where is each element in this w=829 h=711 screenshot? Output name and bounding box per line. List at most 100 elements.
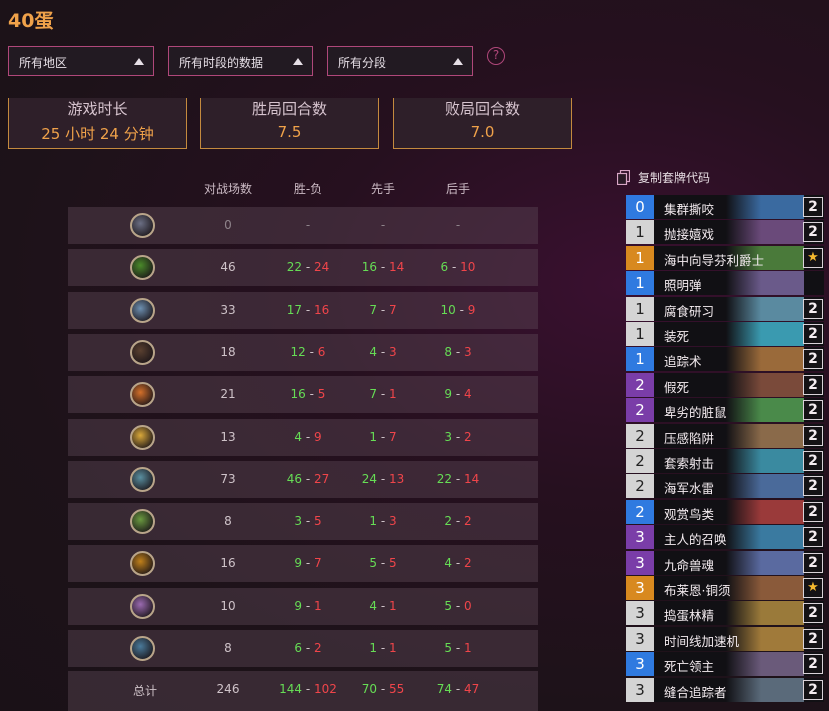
separator: - — [305, 387, 318, 402]
card-name: 九命兽魂 — [664, 557, 715, 573]
card-cost: 2 — [626, 499, 654, 524]
deck-card[interactable]: 3 时间线加速机 2 — [626, 626, 824, 651]
first-cell: 16 - 14 — [348, 260, 418, 274]
winloss-cell-win: 17 — [286, 302, 303, 317]
deck-card[interactable]: 2 卑劣的脏鼠 2 — [626, 398, 824, 423]
rank-filter-label: 所有分段 — [338, 56, 387, 70]
table-row: 46 22 - 24 16 - 14 6 - 10 — [68, 249, 538, 287]
region-filter[interactable]: 所有地区 — [8, 46, 154, 76]
deck-card[interactable]: 0 集群撕咬 2 — [626, 195, 824, 219]
winloss-cell-loss: 6 — [317, 344, 326, 359]
separator: - — [452, 641, 464, 655]
winloss-cell-loss: 24 — [313, 260, 330, 275]
card-name: 海中向导芬利爵士 — [664, 252, 765, 268]
deck-card[interactable]: 2 观赏鸟类 2 — [626, 499, 824, 524]
second-cell: 5 - 0 — [423, 599, 493, 613]
stat-label: 败局回合数 — [444, 100, 520, 118]
deck-card[interactable]: 3 死亡领主 2 — [626, 652, 824, 677]
deck-card[interactable]: 2 套索射击 2 — [626, 449, 824, 473]
card-cost: 1 — [626, 271, 654, 296]
deck-card[interactable]: 1 照明弹 — [626, 271, 824, 296]
copy-deck-code-link[interactable]: 复制套牌代码 — [638, 169, 710, 186]
deck-card[interactable]: 1 海中向导芬利爵士 ★ — [626, 245, 824, 270]
card-count: 2 — [803, 501, 823, 522]
card-art — [726, 296, 804, 321]
second-cell: 6 - 10 — [423, 260, 493, 274]
col-head-games: 对战场数 — [203, 182, 252, 196]
table-row: 13 4 - 91 - 73 - 2 — [68, 418, 538, 456]
table-row: 10 9 - 14 - 15 - 0 — [68, 587, 538, 625]
card-count: 2 — [803, 628, 823, 649]
deck-card[interactable]: 2 假死 2 — [626, 372, 824, 397]
separator: - — [305, 344, 318, 359]
mage-icon — [130, 339, 155, 365]
card-cost: 2 — [626, 449, 654, 473]
deck-card[interactable]: 2 压感陷阱 2 — [626, 423, 824, 448]
separator: - — [452, 344, 464, 359]
deck-card[interactable]: 3 捣蛋林精 2 — [626, 601, 824, 626]
card-cost: 1 — [626, 296, 654, 321]
stat-value: 25 小时 24 分钟 — [41, 125, 154, 143]
card-count: 2 — [803, 324, 823, 344]
deck-card[interactable]: 1 装死 2 — [626, 322, 824, 346]
deck-card[interactable]: 1 抛接嬉戏 2 — [626, 220, 824, 245]
winloss-cell-win: 6 — [294, 641, 303, 655]
winloss-cell-win: 4 — [294, 429, 303, 444]
first-cell: 4 - 1 — [348, 599, 418, 613]
deck-card[interactable]: 3 布莱恩·铜须 ★ — [626, 576, 824, 600]
first-cell: 1 - 1 — [348, 641, 418, 655]
first-cell-loss: 3 — [388, 344, 397, 359]
winloss-cell-win: 16 — [290, 387, 306, 402]
stat-label: 游戏时长 — [67, 100, 128, 118]
card-name: 集群撕咬 — [664, 202, 715, 217]
second-cell-loss: 47 — [463, 682, 480, 696]
first-cell: 5 - 5 — [348, 556, 418, 570]
card-name: 抛接嬉戏 — [664, 227, 715, 243]
winloss-cell-loss: 5 — [313, 514, 322, 529]
caret-up-icon — [453, 58, 463, 65]
separator: - — [302, 598, 314, 613]
card-name: 卑劣的脏鼠 — [664, 405, 727, 421]
card-cost: 1 — [626, 245, 654, 270]
winloss-cell: - — [273, 218, 343, 232]
time-filter[interactable]: 所有时段的数据 — [168, 46, 313, 76]
deck-card[interactable]: 1 腐食研习 2 — [626, 296, 824, 321]
separator: - — [377, 387, 389, 402]
copy-icon[interactable] — [617, 170, 630, 185]
help-icon[interactable]: ? — [487, 47, 505, 65]
separator: - — [377, 598, 389, 613]
deck-card[interactable]: 3 缝合追踪者 2 — [626, 677, 824, 702]
card-count: 2 — [803, 476, 823, 497]
rank-filter[interactable]: 所有分段 — [327, 46, 473, 76]
winloss-cell-win: 9 — [294, 598, 303, 613]
winloss-cell-loss: 1 — [313, 598, 322, 613]
separator: - — [452, 682, 464, 696]
second-cell-dash: - — [455, 218, 461, 232]
winloss-cell-loss: 2 — [313, 641, 322, 655]
card-count: 2 — [803, 374, 823, 395]
card-art — [726, 195, 804, 219]
second-cell-loss: 0 — [463, 598, 472, 613]
card-count: 2 — [803, 527, 823, 548]
card-art — [726, 601, 804, 626]
games-cell: 8 — [224, 514, 232, 529]
second-cell-win: 2 — [444, 514, 453, 529]
separator: - — [377, 302, 389, 317]
winloss-cell-win: 3 — [294, 514, 303, 529]
deck-card[interactable]: 3 九命兽魂 2 — [626, 550, 824, 575]
separator: - — [455, 302, 468, 317]
time-filter-label: 所有时段的数据 — [179, 56, 264, 70]
legendary-star-icon: ★ — [803, 578, 823, 598]
separator: - — [377, 641, 389, 655]
second-cell: 4 - 2 — [423, 556, 493, 570]
deck-card[interactable]: 3 主人的召唤 2 — [626, 525, 824, 550]
games-cell: 33 — [220, 302, 236, 317]
separator: - — [377, 471, 389, 486]
card-count: 2 — [803, 425, 823, 446]
deck-card[interactable]: 2 海军水雷 2 — [626, 474, 824, 499]
deck-card[interactable]: 1 追踪术 2 — [626, 347, 824, 372]
card-cost: 3 — [626, 626, 654, 651]
first-cell-loss: 5 — [388, 556, 397, 571]
card-cost: 3 — [626, 677, 654, 702]
card-name: 照明弹 — [664, 278, 702, 294]
